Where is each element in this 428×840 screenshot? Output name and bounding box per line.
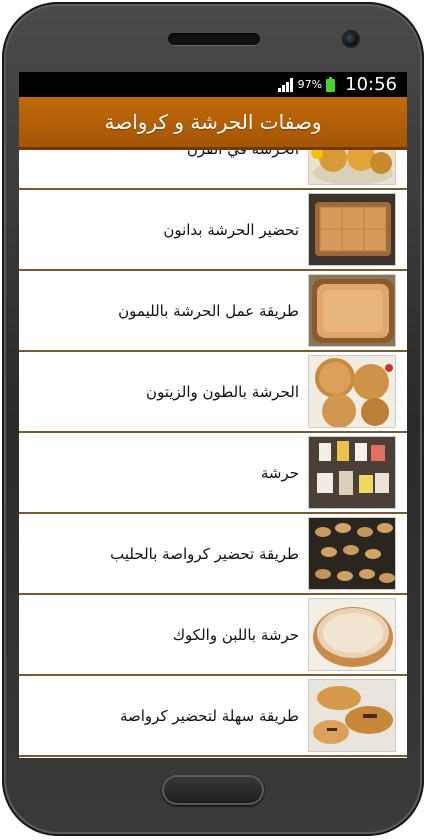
coconut-harcha-thumbnail-icon — [308, 598, 396, 671]
easy-croissant-thumbnail-icon — [308, 679, 396, 752]
list-item-label: حرشة — [260, 463, 299, 482]
list-item-label: حرشة باللبن والكوك — [172, 625, 299, 644]
list-item[interactable]: تحضير الحرشة بدانون — [19, 190, 407, 271]
status-icons: 97% 10:56 — [277, 72, 397, 97]
list-item-label: الحرشة بالطون والزيتون — [146, 382, 299, 401]
list-item[interactable]: حرشة — [19, 433, 407, 514]
list-item[interactable]: الحرشة في الفرن — [19, 150, 407, 190]
recipe-list[interactable]: الحرشة في الفرن تحضير الحرشة بدانون — [19, 150, 407, 758]
status-clock: 10:56 — [345, 74, 397, 95]
milk-croissant-thumbnail-icon — [308, 517, 396, 590]
harcha-ingredients-thumbnail-icon — [308, 436, 396, 509]
earpiece-speaker — [168, 33, 260, 45]
harcha-cakes-thumbnail-icon — [308, 150, 396, 185]
list-item-label: تحضير الحرشة بدانون — [163, 220, 299, 239]
list-item-label: طريقة عمل الحرشة بالليمون — [118, 301, 299, 320]
battery-icon — [326, 77, 336, 92]
list-item-label: الحرشة في الفرن — [187, 150, 299, 188]
list-item-label: طريقة تحضير كرواصة بالحليب — [110, 544, 299, 563]
list-item[interactable]: حرشة باللبن والكوك — [19, 595, 407, 676]
hardware-nav-area — [0, 758, 428, 840]
list-item-label: طريقة سهلة لتحضير كرواصة — [119, 706, 299, 725]
list-item[interactable]: الحرشة بالطون والزيتون — [19, 352, 407, 433]
front-camera — [344, 32, 358, 46]
battery-percent: 97% — [297, 78, 323, 91]
lemon-harcha-tray-thumbnail-icon — [308, 274, 396, 347]
signal-strength-icon — [277, 77, 293, 92]
list-item[interactable]: طريقة عمل الحرشة بالليمون — [19, 271, 407, 352]
app-title-bar: وصفات الحرشة و كرواصة — [19, 97, 407, 150]
harcha-tray-thumbnail-icon — [308, 193, 396, 266]
device-screen: 97% 10:56 وصفات الحرشة و كرواصة الحرشة ف… — [19, 72, 407, 758]
app-title: وصفات الحرشة و كرواصة — [104, 110, 322, 134]
home-button[interactable] — [162, 775, 264, 805]
list-item[interactable]: طريقة تحضير كرواصة بالحليب — [19, 514, 407, 595]
status-bar: 97% 10:56 — [19, 72, 407, 97]
list-item[interactable]: طريقة سهلة لتحضير كرواصة — [19, 676, 407, 757]
recipe-list-items: الحرشة في الفرن تحضير الحرشة بدانون — [19, 150, 407, 757]
tuna-olive-harcha-thumbnail-icon — [308, 355, 396, 428]
